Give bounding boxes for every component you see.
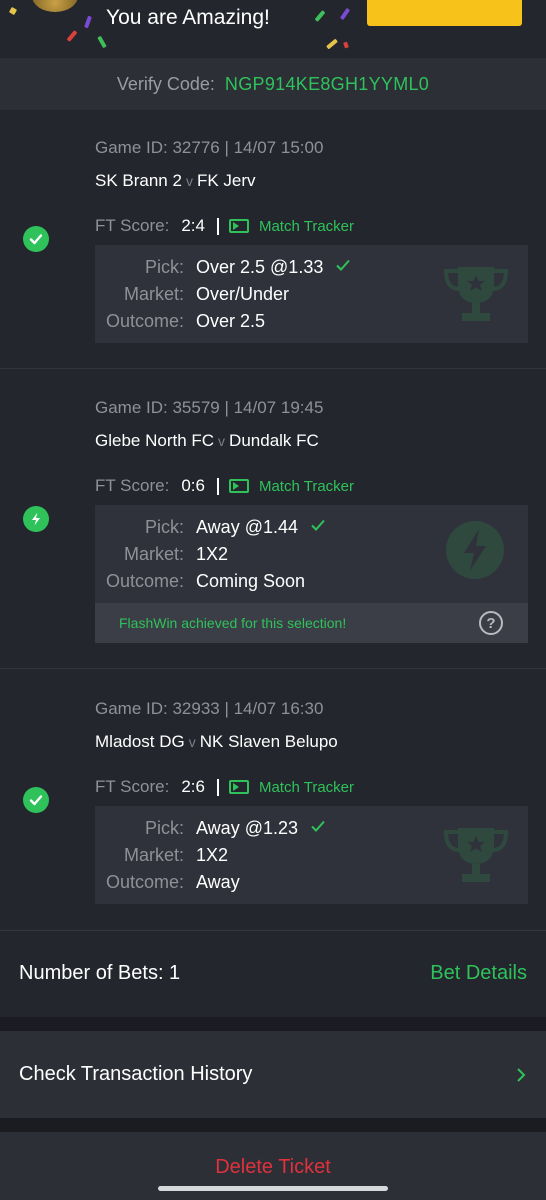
check-icon (311, 820, 325, 832)
market-label: Market: (123, 284, 184, 304)
transaction-history-label: Check Transaction History (19, 1063, 253, 1085)
ft-score-row: FT Score: 0:6 Match Tracker (95, 476, 354, 496)
ft-score-value: 0:6 (181, 476, 205, 495)
pick-value: Away @1.23 (196, 818, 298, 838)
match-teams: SK Brann 2 v FK Jerv (95, 171, 256, 191)
market-label: Market: (123, 845, 184, 865)
market-row: Market: 1X2 (95, 845, 228, 866)
outcome-row: Outcome: Over 2.5 (95, 311, 265, 332)
divider (216, 477, 219, 495)
lightning-icon (446, 521, 504, 579)
match-teams: Mladost DG v NK Slaven Belupo (95, 732, 338, 752)
home-team: SK Brann 2 (95, 171, 182, 190)
match-tracker-label: Match Tracker (258, 477, 354, 495)
away-team: Dundalk FC (229, 431, 319, 450)
outcome-label: Outcome: (105, 872, 184, 892)
bet-details-link[interactable]: Bet Details (430, 962, 527, 985)
ft-score-row: FT Score: 2:4 Match Tracker (95, 216, 354, 236)
pick-details-box: Pick: Away @1.23 Market: 1X2 Outcome: Aw… (95, 806, 528, 904)
ft-score-label: FT Score: (95, 476, 170, 495)
outcome-value: Away (196, 872, 240, 892)
pick-label: Pick: (144, 818, 184, 838)
delete-ticket-button[interactable]: Delete Ticket (0, 1156, 546, 1179)
pick-details-box: Pick: Over 2.5 @1.33 Market: Over/Under … (95, 245, 528, 343)
pick-row: Pick: Away @1.44 (95, 517, 326, 538)
divider (216, 778, 219, 796)
flashwin-message: FlashWin achieved for this selection! (119, 615, 347, 631)
check-circle-icon (23, 787, 49, 813)
pick-row: Pick: Away @1.23 (95, 818, 326, 839)
celebration-banner: You are Amazing! (0, 0, 546, 58)
check-circle-icon (23, 226, 49, 252)
market-row: Market: 1X2 (95, 544, 228, 565)
outcome-label: Outcome: (105, 311, 184, 331)
check-icon (336, 259, 351, 271)
outcome-row: Outcome: Coming Soon (95, 571, 305, 592)
outcome-value: Coming Soon (196, 571, 306, 591)
flashwin-bar: FlashWin achieved for this selection! ? (95, 603, 528, 643)
game-id: Game ID: 35579 | 14/07 19:45 (95, 398, 324, 417)
trophy-icon (443, 267, 509, 321)
ft-score-value: 2:4 (181, 216, 205, 235)
ft-score-label: FT Score: (95, 777, 170, 796)
match-tracker-icon (228, 780, 249, 794)
vs-label: v (218, 433, 226, 449)
match-tracker-icon (228, 219, 249, 233)
pick-details-box: Pick: Away @1.44 Market: 1X2 Outcome: Co… (95, 505, 528, 603)
chevron-right-icon (517, 1068, 526, 1082)
market-row: Market: Over/Under (95, 284, 289, 305)
pick-label: Pick: (144, 517, 184, 537)
ft-score-value: 2:6 (181, 777, 205, 796)
selection-card: Game ID: 32776 | 14/07 15:00 SK Brann 2v… (0, 110, 546, 369)
market-label: Market: (123, 544, 184, 564)
market-value: 1X2 (196, 845, 229, 865)
ft-score-row: FT Score: 2:6 Match Tracker (95, 777, 354, 797)
trophy-icon (443, 828, 509, 882)
pick-row: Pick: Over 2.5 @1.33 (95, 257, 351, 278)
lightning-icon (23, 506, 49, 532)
number-of-bets-row: Number of Bets: 1 Bet Details (0, 931, 546, 1017)
transaction-history-row[interactable]: Check Transaction History (0, 1031, 546, 1118)
number-of-bets-label: Number of Bets: 1 (19, 962, 181, 984)
divider (216, 217, 219, 235)
home-team: Mladost DG (95, 732, 185, 751)
home-team: Glebe North FC (95, 431, 215, 450)
selection-card: Game ID: 32933 | 14/07 16:30 Mladost DG v… (0, 669, 546, 931)
verify-code-label: Verify Code: (116, 73, 215, 94)
pick-label: Pick: (144, 257, 184, 277)
help-icon[interactable]: ? (479, 611, 503, 635)
vs-label: v (185, 173, 193, 189)
outcome-value: Over 2.5 (196, 311, 266, 331)
vs-label: v (188, 734, 196, 750)
banner-title: You are Amazing! (106, 6, 270, 29)
match-tracker-label: Match Tracker (258, 217, 354, 235)
home-indicator[interactable] (158, 1186, 388, 1191)
match-tracker-label: Match Tracker (258, 778, 354, 796)
outcome-row: Outcome: Away (95, 872, 240, 893)
match-teams: Glebe North FC v Dundalk FC (95, 431, 319, 451)
market-value: Over/Under (196, 284, 290, 304)
check-icon (311, 519, 325, 531)
verify-code-bar: Verify Code: NGP914KE8GH1YYML0 (0, 58, 546, 110)
away-team: FK Jerv (196, 171, 256, 190)
pick-value: Over 2.5 @1.33 (196, 257, 324, 277)
away-team: NK Slaven Belupo (199, 732, 338, 751)
ft-score-label: FT Score: (95, 216, 170, 235)
market-value: 1X2 (196, 544, 229, 564)
outcome-label: Outcome: (105, 571, 184, 591)
coin-icon (32, 0, 78, 12)
match-tracker-link[interactable]: Match Tracker (228, 477, 354, 495)
match-tracker-icon (228, 479, 249, 493)
game-id: Game ID: 32933 | 14/07 16:30 (95, 699, 324, 718)
match-tracker-link[interactable]: Match Tracker (228, 778, 354, 796)
pick-value: Away @1.44 (196, 517, 298, 537)
selection-card: Game ID: 35579 | 14/07 19:45 Glebe North… (0, 369, 546, 669)
match-tracker-link[interactable]: Match Tracker (228, 217, 354, 235)
verify-code-value[interactable]: NGP914KE8GH1YYML0 (225, 74, 429, 95)
banner-action-button[interactable] (367, 0, 522, 26)
game-id: Game ID: 32776 | 14/07 15:00 (95, 138, 324, 157)
